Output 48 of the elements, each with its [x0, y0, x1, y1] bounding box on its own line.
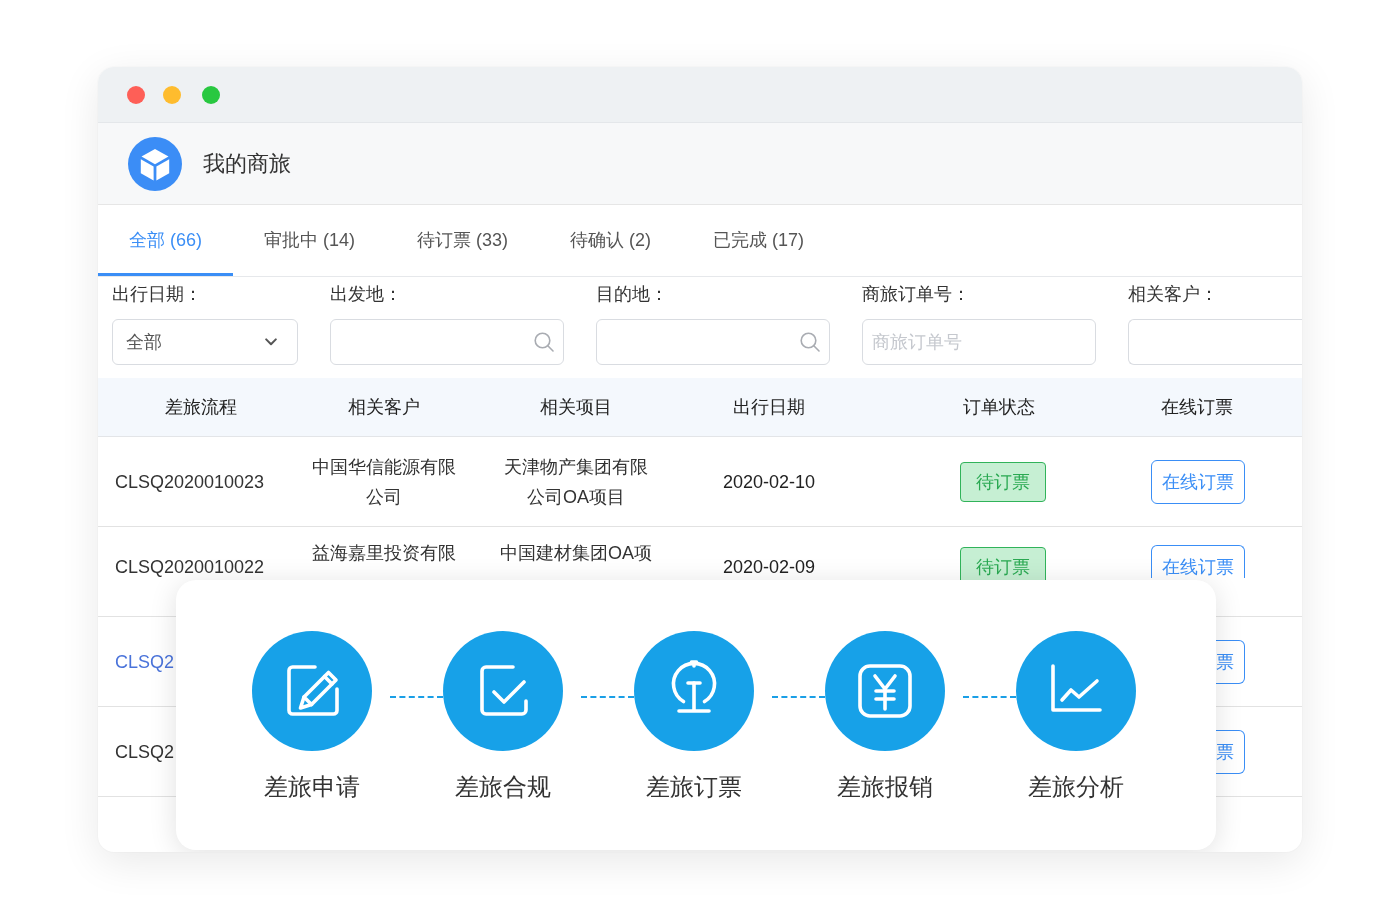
checkbox-tick-icon[interactable]	[443, 631, 563, 751]
maximize-icon[interactable]	[202, 85, 220, 104]
table-cell-text: 益海嘉里投资有限	[312, 541, 456, 565]
line-chart-icon[interactable]	[1016, 631, 1136, 751]
column-header: 在线订票	[1160, 396, 1234, 419]
filter-label: 商旅订单号：	[862, 283, 971, 306]
step-label: 差旅订票	[646, 772, 742, 802]
tab[interactable]: 待订票 (33)	[386, 205, 540, 276]
tab[interactable]: 已完成 (17)	[682, 205, 836, 276]
app-title: 我的商旅	[203, 149, 291, 178]
close-icon[interactable]	[127, 85, 145, 104]
table-cell: 2020-02-10	[722, 471, 816, 492]
filter-label: 目的地：	[596, 283, 669, 306]
column-header: 相关客户	[347, 396, 421, 419]
order-id-link[interactable]: CLSQ2	[115, 740, 175, 763]
yen-icon[interactable]	[825, 631, 945, 751]
text-field[interactable]: 商旅订单号	[862, 319, 1096, 365]
search-field[interactable]	[330, 319, 564, 365]
step-label: 差旅报销	[837, 772, 933, 802]
step-label: 差旅合规	[455, 772, 551, 802]
step-label: 差旅申请	[264, 772, 360, 802]
cube-icon	[128, 136, 182, 191]
search-icon	[800, 332, 820, 352]
search-icon	[534, 332, 554, 352]
column-header: 差旅流程	[164, 396, 238, 419]
status-tag: 待订票	[960, 461, 1046, 502]
column-header: 订单状态	[962, 396, 1036, 419]
table-cell-text: 天津物产集团有限公司OA项目	[503, 455, 649, 509]
tab[interactable]: 审批中 (14)	[233, 205, 387, 276]
chevron-down-icon	[265, 338, 277, 346]
railway-icon[interactable]	[634, 631, 754, 751]
order-id-link[interactable]: CLSQ2020010023	[115, 470, 265, 493]
text-field[interactable]	[1128, 319, 1302, 365]
date-select[interactable]: 全部	[112, 319, 298, 365]
step-label: 差旅分析	[1028, 772, 1124, 802]
order-id-link[interactable]: CLSQ2020010022	[115, 555, 265, 578]
filter-label: 出行日期：	[112, 283, 203, 306]
table-cell-text: 中国建材集团OA项	[500, 541, 652, 565]
order-id-link[interactable]: CLSQ2	[115, 650, 175, 673]
minimize-icon[interactable]	[163, 85, 181, 104]
column-header: 出行日期	[732, 396, 806, 419]
search-field[interactable]	[596, 319, 830, 365]
column-header: 相关项目	[539, 396, 613, 419]
tab[interactable]: 待确认 (2)	[539, 205, 683, 276]
table-cell: 2020-02-09	[722, 556, 816, 577]
filter-label: 相关客户：	[1128, 283, 1219, 306]
table-cell-text: 中国华信能源有限公司	[311, 455, 457, 509]
filter-label: 出发地：	[330, 283, 403, 306]
